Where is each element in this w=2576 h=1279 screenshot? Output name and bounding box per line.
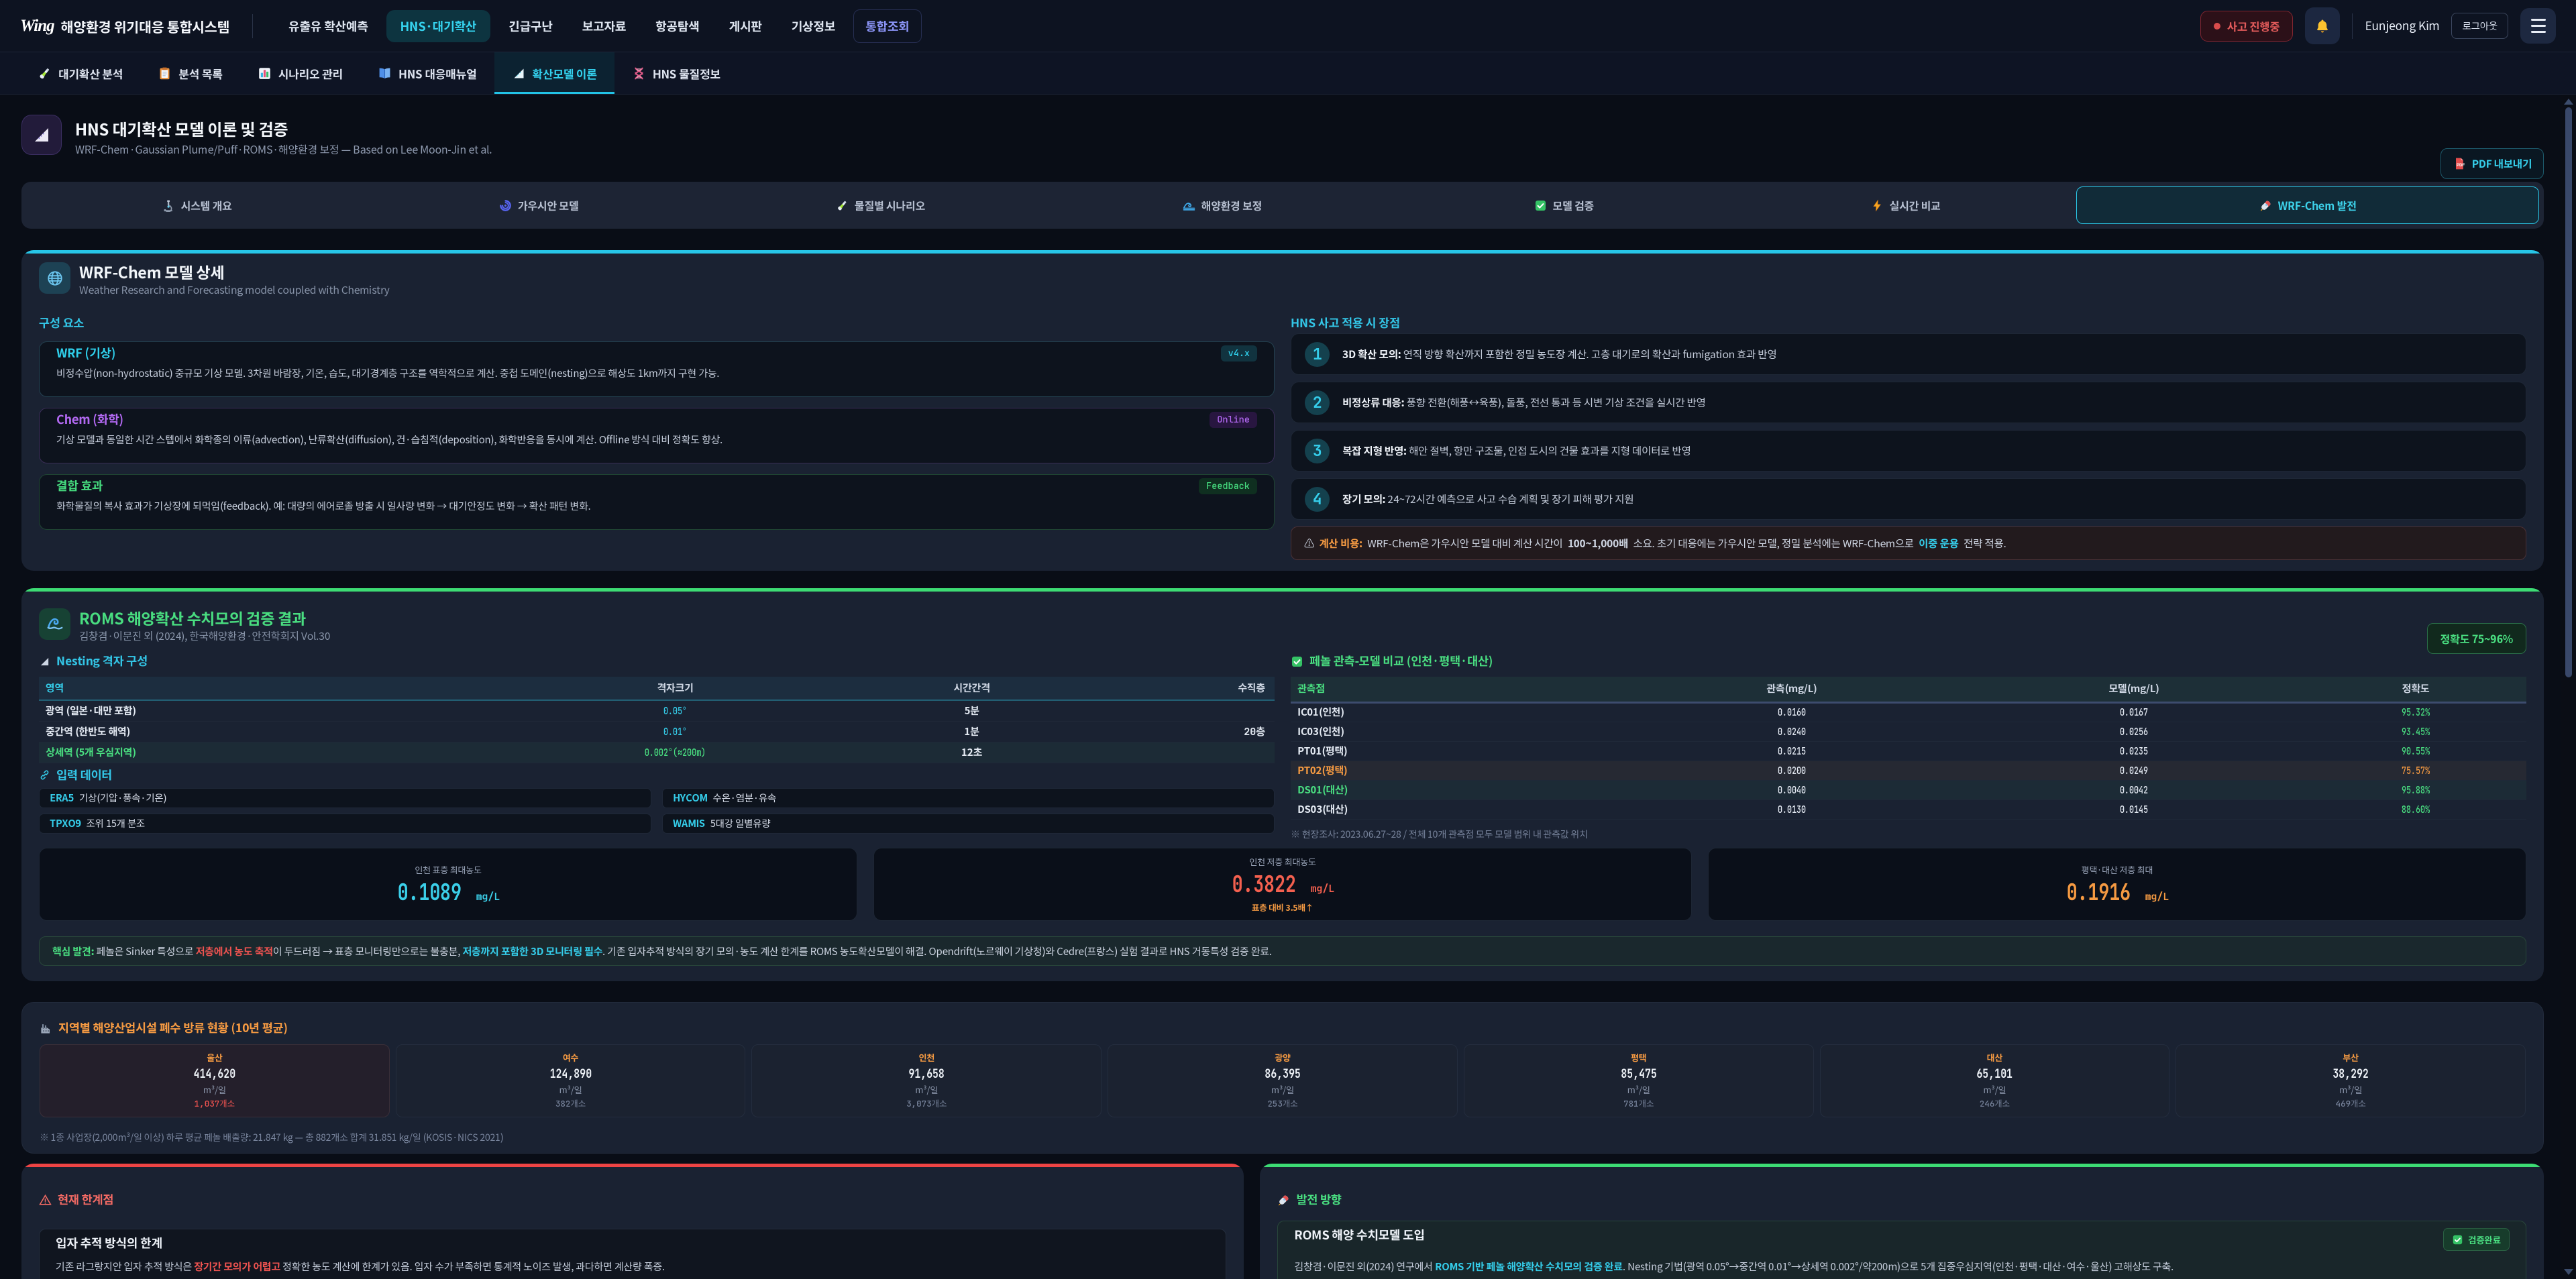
svg-text:PDF: PDF [2457, 163, 2465, 168]
